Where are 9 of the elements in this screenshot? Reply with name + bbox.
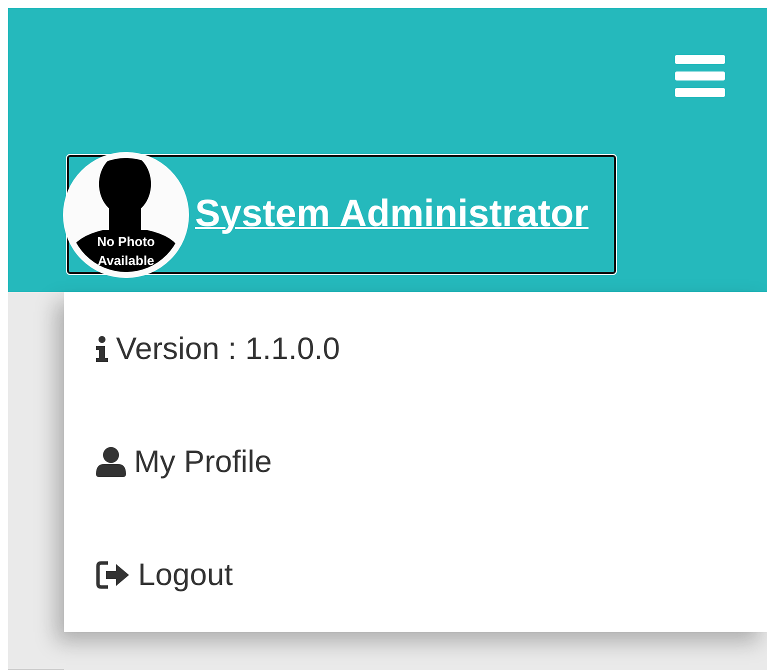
menu-item[interactable]: Version : 1.1.0.0 (96, 330, 767, 367)
menu-item[interactable]: My Profile (96, 444, 767, 480)
logout-icon (96, 560, 130, 590)
menu-icon[interactable] (675, 55, 725, 97)
user-icon (96, 446, 126, 477)
info-icon (96, 336, 108, 362)
menu-item[interactable]: Logout (96, 557, 767, 594)
avatar-caption: No Photo (97, 232, 155, 250)
avatar-caption: Available (98, 252, 154, 270)
